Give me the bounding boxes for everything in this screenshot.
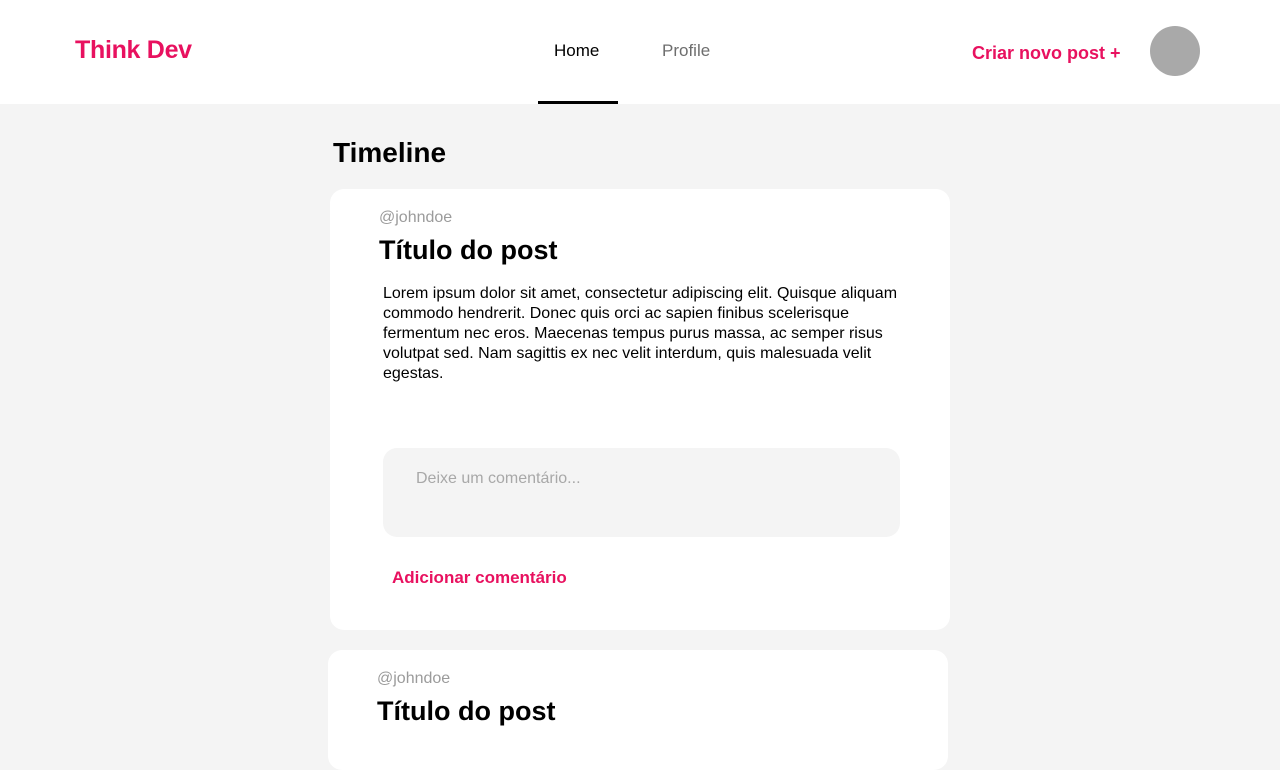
logo[interactable]: Think Dev (75, 36, 192, 65)
post-card: @johndoe Título do post (328, 650, 948, 770)
nav-tab-home[interactable]: Home (554, 41, 599, 104)
post-title: Título do post (377, 696, 556, 726)
app-header: Think Dev Home Profile Criar novo post + (0, 0, 1280, 104)
post-username: @johndoe (379, 209, 453, 226)
nav-tab-profile[interactable]: Profile (662, 41, 710, 104)
post-title: Título do post (379, 235, 558, 265)
create-post-button[interactable]: Criar novo post + (972, 43, 1121, 64)
avatar[interactable] (1150, 26, 1200, 76)
post-username: @johndoe (377, 670, 451, 687)
add-comment-button[interactable]: Adicionar comentário (392, 568, 567, 588)
active-tab-indicator (538, 101, 618, 104)
post-card: @johndoe Título do post Lorem ipsum dolo… (330, 189, 950, 630)
page-title: Timeline (333, 137, 447, 168)
post-body: Lorem ipsum dolor sit amet, consectetur … (383, 285, 898, 382)
comment-input[interactable] (383, 448, 900, 537)
